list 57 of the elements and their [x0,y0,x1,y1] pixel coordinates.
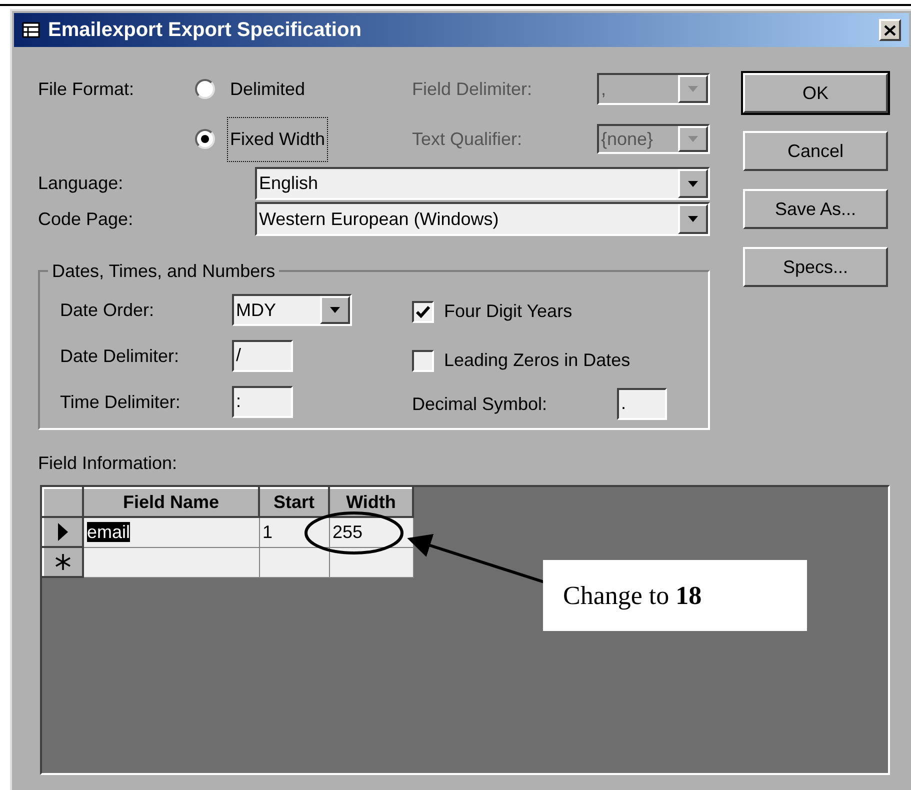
checkbox-label: Leading Zeros in Dates [444,349,630,372]
cell-text: 1 [262,522,273,542]
close-icon [884,24,896,36]
dropdown-button[interactable] [320,296,350,324]
caret-icon [688,216,698,222]
field-label: Date Delimiter: [60,344,180,368]
field-label: Decimal Symbol: [412,392,548,416]
radio-label: Fixed Width [227,116,328,162]
field-label: Date Order: [60,298,156,322]
field-label: File Format: [38,78,134,98]
form-icon [22,22,40,38]
check-icon [416,306,430,318]
corner-cell [43,488,83,517]
radio-button[interactable] [195,79,215,99]
field-label: Time Delimiter: [60,390,182,414]
checkbox-label: Four Digit Years [444,300,572,323]
caret-icon [688,136,698,142]
column-header[interactable]: Start [259,488,329,517]
dropdown-button[interactable] [678,204,708,234]
dialog-button[interactable]: Cancel [743,131,888,171]
dropdown-field[interactable]: Western European (Windows) [255,202,710,236]
cell-text: email [87,522,130,542]
dialog-button[interactable]: Specs... [743,247,888,287]
caret-icon [688,180,698,186]
new-row-icon [54,553,72,571]
cell-text: 255 [332,522,363,542]
dialog-button[interactable]: OK [743,73,888,113]
caret-icon [688,86,698,92]
dropdown-button[interactable] [678,169,708,198]
row-selector[interactable] [43,517,83,547]
row-selector[interactable] [43,547,83,577]
column-header[interactable]: Width [329,488,413,517]
dropdown-field[interactable]: MDY [232,294,352,326]
dialog-button[interactable]: Save As... [743,189,888,229]
callout-text: Change to 18 [563,580,702,612]
radio-label: Delimited [229,78,306,100]
table-cell[interactable] [83,547,259,577]
field-label: Text Qualifier: [412,128,522,148]
column-header[interactable]: Field Name [83,488,259,517]
section-label: Field Information: [38,453,178,473]
current-row-icon [57,523,69,541]
field-label: Code Page: [38,208,134,228]
table-cell[interactable]: email [83,517,259,547]
input-field[interactable]: / [232,340,293,372]
checkbox[interactable] [412,350,434,372]
caret-icon [330,307,340,313]
checkbox[interactable] [412,300,434,322]
input-field[interactable]: . [617,388,667,420]
table-cell[interactable]: 255 [329,517,413,547]
field-label: Field Delimiter: [412,78,532,98]
table-cell[interactable] [259,547,329,577]
close-button[interactable] [879,19,901,41]
input-field[interactable]: : [232,386,293,418]
radio-button[interactable] [195,129,215,149]
window-title: Emailexport Export Specification [48,18,362,43]
field-label: Language: [38,173,124,193]
dropdown-field[interactable]: English [255,167,710,200]
